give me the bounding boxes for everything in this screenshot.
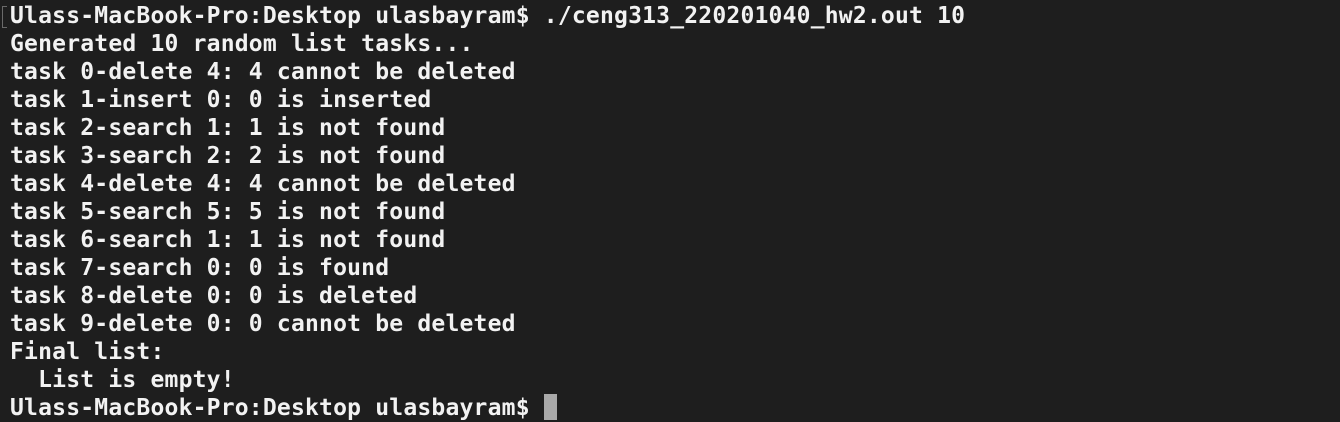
output-line: task 5-search 5: 5 is not found: [10, 199, 446, 225]
output-line: task 8-delete 0: 0 is deleted: [10, 283, 418, 309]
output-line: Generated 10 random list tasks...: [10, 31, 474, 57]
output-line: task 7-search 0: 0 is found: [10, 255, 390, 281]
output-line: task 2-search 1: 1 is not found: [10, 115, 446, 141]
prompt-line[interactable]: Ulass-MacBook-Pro:Desktop ulasbayram$: [10, 394, 1340, 422]
terminal-window[interactable]: Ulass-MacBook-Pro:Desktop ulasbayram$ ./…: [0, 0, 1340, 422]
text-cursor: [543, 394, 557, 420]
output-line: task 1-insert 0: 0 is inserted: [10, 87, 432, 113]
output-line: task 4-delete 4: 4 cannot be deleted: [10, 171, 516, 197]
output-line: task 9-delete 0: 0 cannot be deleted: [10, 311, 516, 337]
output-line: task 6-search 1: 1 is not found: [10, 227, 446, 253]
output-line: List is empty!: [10, 367, 235, 393]
output-line: task 0-delete 4: 4 cannot be deleted: [10, 59, 516, 85]
mark-bracket-icon: [2, 6, 7, 28]
shell-prompt: Ulass-MacBook-Pro:Desktop ulasbayram$: [10, 395, 544, 421]
command-line: Ulass-MacBook-Pro:Desktop ulasbayram$ ./…: [10, 3, 966, 29]
output-line: Final list:: [10, 339, 165, 365]
output-line: task 3-search 2: 2 is not found: [10, 143, 446, 169]
